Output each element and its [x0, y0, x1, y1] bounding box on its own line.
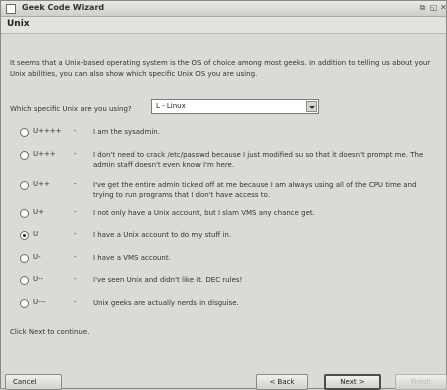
option-code: U++++	[33, 127, 62, 135]
radio-button[interactable]	[20, 128, 29, 137]
option-u3plus[interactable]: U+++ - I don't need to crack /etc/passwd…	[20, 150, 440, 172]
close-icon[interactable]: ✕	[440, 4, 446, 12]
option-description: Unix geeks are actually nerds in disguis…	[93, 299, 239, 307]
footer-instruction: Click Next to continue.	[10, 328, 90, 336]
chevron-down-icon[interactable]	[306, 101, 317, 112]
maximize-icon[interactable]: ⧉	[418, 4, 427, 12]
option-code: U+++	[33, 150, 56, 158]
option-code: U--	[33, 275, 44, 283]
option-code: U++	[33, 180, 50, 188]
intro-text: It seems that a Unix-based operating sys…	[10, 59, 431, 78]
option-code: U-	[33, 253, 41, 261]
option-dash: -	[74, 150, 77, 158]
option-dash: -	[74, 253, 77, 261]
title-bar[interactable]: Geek Code Wizard ⧉ ◱ ✕	[1, 1, 446, 17]
back-button[interactable]: < Back	[256, 374, 308, 390]
option-u2minus[interactable]: U-- - I've seen Unix and didn't like it.…	[20, 275, 440, 297]
unix-os-select-value: L - Linux	[156, 102, 186, 110]
option-description: I have a Unix account to do my stuff in.	[93, 231, 232, 239]
option-dash: -	[74, 208, 77, 216]
radio-button[interactable]	[20, 276, 29, 285]
option-description: I don't need to crack /etc/passwd becaus…	[93, 151, 424, 169]
unix-os-select[interactable]: L - Linux	[151, 99, 319, 114]
option-u[interactable]: U - I have a Unix account to do my stuff…	[20, 230, 440, 252]
wizard-window: Geek Code Wizard ⧉ ◱ ✕ Unix It seems tha…	[0, 0, 447, 390]
option-u1plus[interactable]: U+ - I not only have a Unix account, but…	[20, 208, 440, 230]
page-title: Unix	[7, 19, 30, 29]
radio-button[interactable]	[20, 299, 29, 308]
window-icon	[6, 4, 16, 14]
next-button[interactable]: Next >	[324, 374, 381, 390]
option-description: I've seen Unix and didn't like it. DEC r…	[93, 276, 243, 284]
option-dash: -	[74, 180, 77, 188]
option-dash: -	[74, 230, 77, 238]
radio-button[interactable]	[20, 151, 29, 160]
radio-button-selected[interactable]	[20, 231, 29, 240]
option-code: U	[33, 230, 39, 238]
option-u1minus[interactable]: U- - I have a VMS account.	[20, 253, 440, 275]
option-u3minus[interactable]: U--- - Unix geeks are actually nerds in …	[20, 298, 440, 320]
option-u2plus[interactable]: U++ - I've get the entire admin ticked o…	[20, 180, 440, 202]
radio-button[interactable]	[20, 254, 29, 263]
option-code: U---	[33, 298, 46, 306]
finish-button[interactable]: Finish	[395, 374, 447, 390]
cancel-button[interactable]: Cancel	[5, 374, 62, 390]
option-dash: -	[74, 298, 77, 306]
option-u4plus[interactable]: U++++ - I am the sysadmin.	[20, 127, 440, 149]
radio-button[interactable]	[20, 209, 29, 218]
option-dash: -	[74, 275, 77, 283]
option-description: I not only have a Unix account, but I sl…	[93, 209, 315, 217]
unix-select-label: Which specific Unix are you using?	[10, 105, 132, 113]
option-description: I have a VMS account.	[93, 254, 171, 262]
option-code: U+	[33, 208, 44, 216]
window-title: Geek Code Wizard	[22, 3, 105, 12]
option-dash: -	[74, 127, 77, 135]
option-description: I've get the entire admin ticked off at …	[93, 181, 417, 199]
option-description: I am the sysadmin.	[93, 128, 160, 136]
radio-button[interactable]	[20, 181, 29, 190]
restore-icon[interactable]: ◱	[429, 4, 438, 12]
page-header: Unix	[1, 17, 446, 34]
